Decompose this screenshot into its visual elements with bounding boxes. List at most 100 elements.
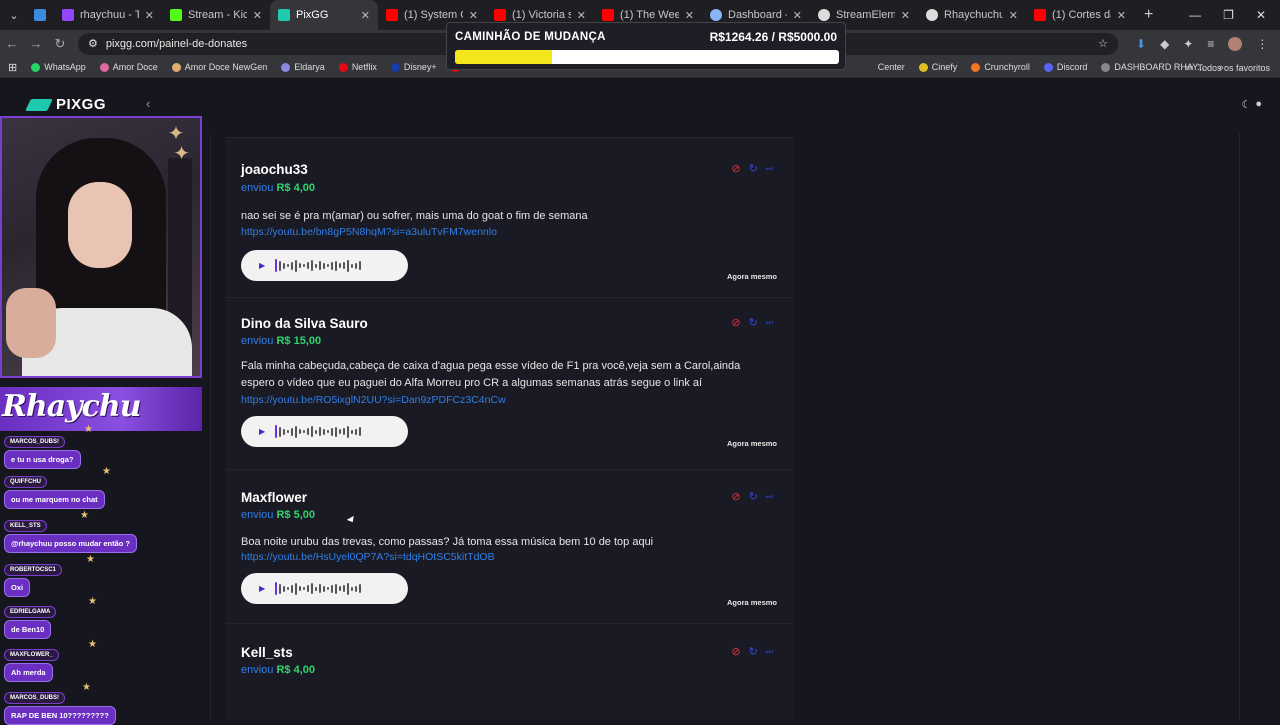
tab-blank[interactable] (28, 0, 54, 30)
block-icon[interactable]: ⊘ (731, 316, 740, 329)
bookmark-amor-doce[interactable]: Amor Doce (99, 62, 158, 72)
donation-amount-line: enviou R$ 15,00 (241, 335, 321, 347)
bookmark-disney[interactable]: Disney+ (390, 62, 437, 72)
back-icon[interactable]: ← (0, 36, 24, 51)
close-icon[interactable]: ✕ (1117, 9, 1126, 22)
tab-9[interactable]: (1) Cortes da Rhay ✕ (1026, 0, 1134, 30)
replay-icon[interactable]: ↻ (749, 490, 758, 503)
minimize-icon[interactable]: — (1189, 8, 1201, 22)
bookmark-discord[interactable]: Discord (1043, 62, 1087, 72)
menu-list-icon[interactable]: ≡ (1207, 37, 1214, 51)
goal-progress-fill (455, 50, 553, 64)
replay-icon[interactable]: ↻ (749, 162, 758, 175)
tab-8[interactable]: Rhaychuchu ✕ (918, 0, 1026, 30)
skip-icon[interactable]: ⏭ (766, 318, 773, 328)
close-icon[interactable]: ✕ (685, 9, 694, 22)
donation-actions: ⊘ ↻ ⏭ (731, 490, 773, 503)
chat-text: Oxi (4, 578, 31, 597)
waveform-bar (319, 584, 322, 593)
chat-username: MAXFLOWER_ (4, 649, 59, 661)
tab-search-icon[interactable]: ⌄ (0, 9, 28, 22)
bookmark-whatsapp[interactable]: WhatsApp (31, 62, 86, 72)
skip-icon[interactable]: ⏭ (766, 647, 773, 657)
restore-icon[interactable]: ❐ (1223, 8, 1234, 22)
theme-toggle[interactable]: ☾ ● (1241, 98, 1262, 111)
donation-amount-line: enviou R$ 4,00 (241, 664, 315, 676)
bookmark-eldarya[interactable]: Eldarya (281, 62, 325, 72)
close-icon[interactable]: ✕ (901, 9, 910, 22)
tab-1[interactable]: Stream - Kick Dashboard ✕ (162, 0, 270, 30)
bookmark-star-icon[interactable]: ☆ (1098, 37, 1108, 50)
waveform-bar (319, 261, 322, 270)
close-icon[interactable]: ✕ (253, 9, 262, 22)
profile-avatar[interactable] (1228, 36, 1243, 51)
bookmark-crunchyroll[interactable]: Crunchyroll (971, 62, 1030, 72)
waveform-bar (339, 263, 342, 268)
block-icon[interactable]: ⊘ (731, 490, 740, 503)
pixgg-logo[interactable]: PIXGG (25, 96, 106, 113)
streamer-hand (6, 288, 56, 358)
site-info-icon[interactable]: ⚙ (88, 37, 98, 50)
bookmark-netflix[interactable]: Netflix (338, 62, 377, 72)
all-bookmarks-folder[interactable]: ▭ Todos os favoritos (1185, 57, 1270, 78)
donation-message: Fala minha cabeçuda,cabeça de caixa d'ag… (241, 360, 741, 389)
close-icon[interactable]: ✕ (469, 9, 478, 22)
more-menu-icon[interactable]: ⋮ (1256, 37, 1268, 51)
waveform-bar (335, 260, 338, 271)
donation-link[interactable]: https://youtu.be/HsUyel0QP7A?si=tdqHOtSC… (241, 551, 495, 563)
close-icon[interactable]: ✕ (361, 9, 370, 22)
waveform-bar (343, 428, 346, 435)
close-icon[interactable]: ✕ (145, 9, 154, 22)
play-icon[interactable]: ▶ (259, 584, 265, 593)
window-controls: — ❐ ✕ (1189, 0, 1280, 30)
pixgg-icon (278, 9, 290, 21)
extension-icon[interactable]: ◆ (1160, 37, 1169, 51)
close-icon[interactable]: ✕ (577, 9, 586, 22)
donation-link[interactable]: https://youtu.be/bn8gP5N8hqM?si=a3uluTvF… (241, 226, 497, 238)
play-icon[interactable]: ▶ (259, 261, 265, 270)
audio-player[interactable]: ▶ (241, 573, 408, 604)
donation-amount: R$ 15,00 (276, 335, 322, 347)
apps-grid-icon[interactable]: ⊞ (8, 61, 17, 74)
skip-icon[interactable]: ⏭ (766, 164, 773, 174)
forward-icon[interactable]: → (24, 36, 48, 51)
chat-username: MARCOS_DUBS! (4, 692, 66, 704)
audio-waveform[interactable] (275, 582, 362, 596)
tab-title: (1) The Weeknd (620, 9, 679, 21)
puzzle-icon[interactable]: ✦ (1183, 37, 1193, 51)
chat-username: EDRIELGAMA (4, 606, 57, 618)
reload-icon[interactable]: ↻ (48, 36, 72, 52)
waveform-bar (351, 263, 354, 268)
audio-player[interactable]: ▶ (241, 416, 408, 447)
bookmark-cinefy[interactable]: Cinefy (918, 62, 957, 72)
replay-icon[interactable]: ↻ (749, 316, 758, 329)
block-icon[interactable]: ⊘ (731, 645, 740, 658)
new-tab-button[interactable]: + (1134, 6, 1163, 24)
chat-message: EDRIELGAMA de Ben10 (4, 600, 57, 639)
waveform-bar (307, 428, 310, 435)
audio-waveform[interactable] (275, 425, 362, 439)
close-icon[interactable]: ✕ (1009, 9, 1018, 22)
bookmark-amor-doce-newgen[interactable]: Amor Doce NewGen (171, 62, 267, 72)
collapse-sidebar-icon[interactable]: ‹ (146, 96, 150, 111)
tab-0[interactable]: rhaychuu - Twitch ✕ (54, 0, 162, 30)
replay-icon[interactable]: ↻ (749, 645, 758, 658)
waveform-bar (339, 429, 342, 434)
waveform-bar (291, 584, 294, 593)
waveform-bar (291, 427, 294, 436)
audio-waveform[interactable] (275, 259, 362, 273)
star-icon: ★ (86, 554, 95, 565)
play-icon[interactable]: ▶ (259, 427, 265, 436)
close-window-icon[interactable]: ✕ (1256, 8, 1266, 22)
goal-amount: R$1264.26 / R$5000.00 (709, 30, 837, 44)
close-icon[interactable]: ✕ (793, 9, 802, 22)
audio-player[interactable]: ▶ (241, 250, 408, 281)
tab-2[interactable]: PixGG ✕ (270, 0, 378, 30)
eldarya-icon (281, 62, 291, 72)
block-icon[interactable]: ⊘ (731, 162, 740, 175)
donation-link[interactable]: https://youtu.be/RO5ixglN2UU?si=Dan9zPDF… (241, 394, 506, 406)
bookmark-center[interactable]: Center (878, 62, 905, 72)
download-icon[interactable]: ⬇ (1136, 37, 1146, 51)
skip-icon[interactable]: ⏭ (766, 492, 773, 502)
star-icon: ★ (82, 682, 91, 693)
